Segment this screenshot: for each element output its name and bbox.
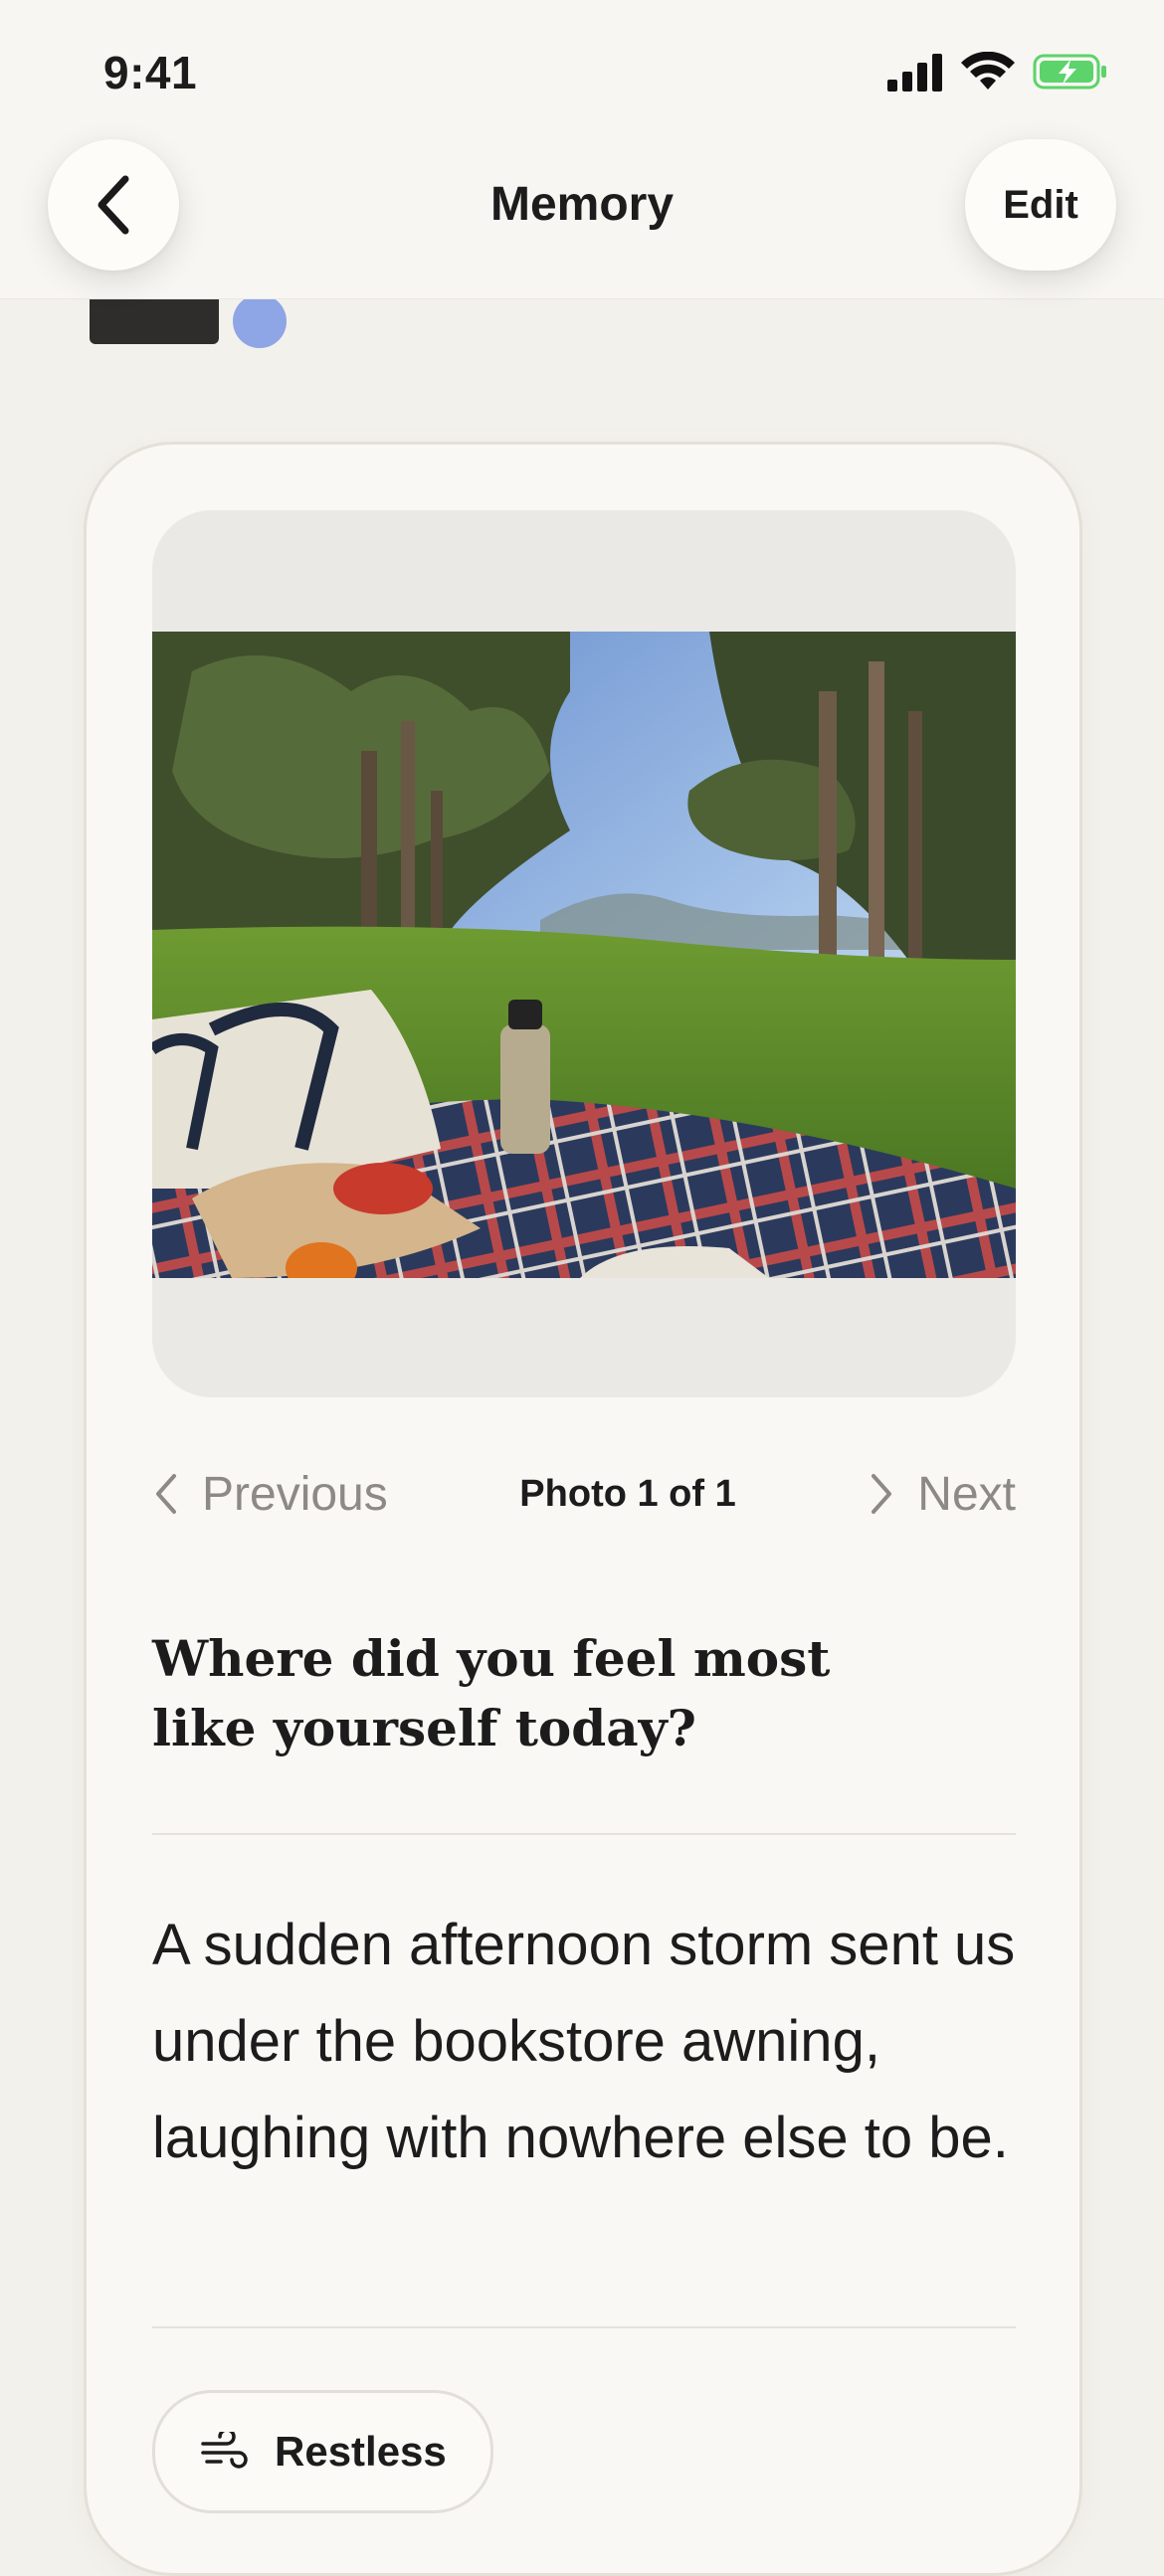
battery-charging-icon: [1033, 54, 1106, 90]
next-label: Next: [917, 1467, 1016, 1521]
photo-frame[interactable]: [152, 510, 1016, 1397]
divider: [152, 2326, 1016, 2328]
next-button[interactable]: Next: [868, 1467, 1016, 1522]
mood-label: Restless: [275, 2428, 447, 2475]
chevron-left-icon: [156, 1474, 176, 1514]
previous-label: Previous: [202, 1467, 388, 1521]
prompt-question: Where did you feel most like yourself to…: [152, 1629, 831, 1757]
status-time: 9:41: [103, 47, 198, 98]
memory-card: Previous Photo 1 of 1 Next Where did you…: [84, 442, 1082, 2576]
mood-chip[interactable]: Restless: [152, 2390, 493, 2513]
memory-photo[interactable]: [152, 632, 1016, 1278]
status-dot: [233, 294, 287, 348]
edit-button[interactable]: Edit: [965, 139, 1116, 271]
divider: [152, 1833, 1016, 1835]
chevron-right-icon: [872, 1474, 892, 1514]
status-icons: [887, 52, 1108, 92]
wifi-icon: [961, 52, 1015, 90]
cellular-signal-icon: [887, 54, 942, 92]
wind-icon: [201, 2432, 248, 2469]
top-bar: 9:41 Memory Edit: [0, 0, 1164, 299]
photo-count: Photo 1 of 1: [519, 1472, 736, 1515]
previous-button[interactable]: Previous: [152, 1467, 388, 1522]
entry-text[interactable]: A sudden afternoon storm sent us under t…: [152, 1897, 1028, 2186]
photo-pager: Previous Photo 1 of 1 Next: [152, 1459, 1016, 1529]
